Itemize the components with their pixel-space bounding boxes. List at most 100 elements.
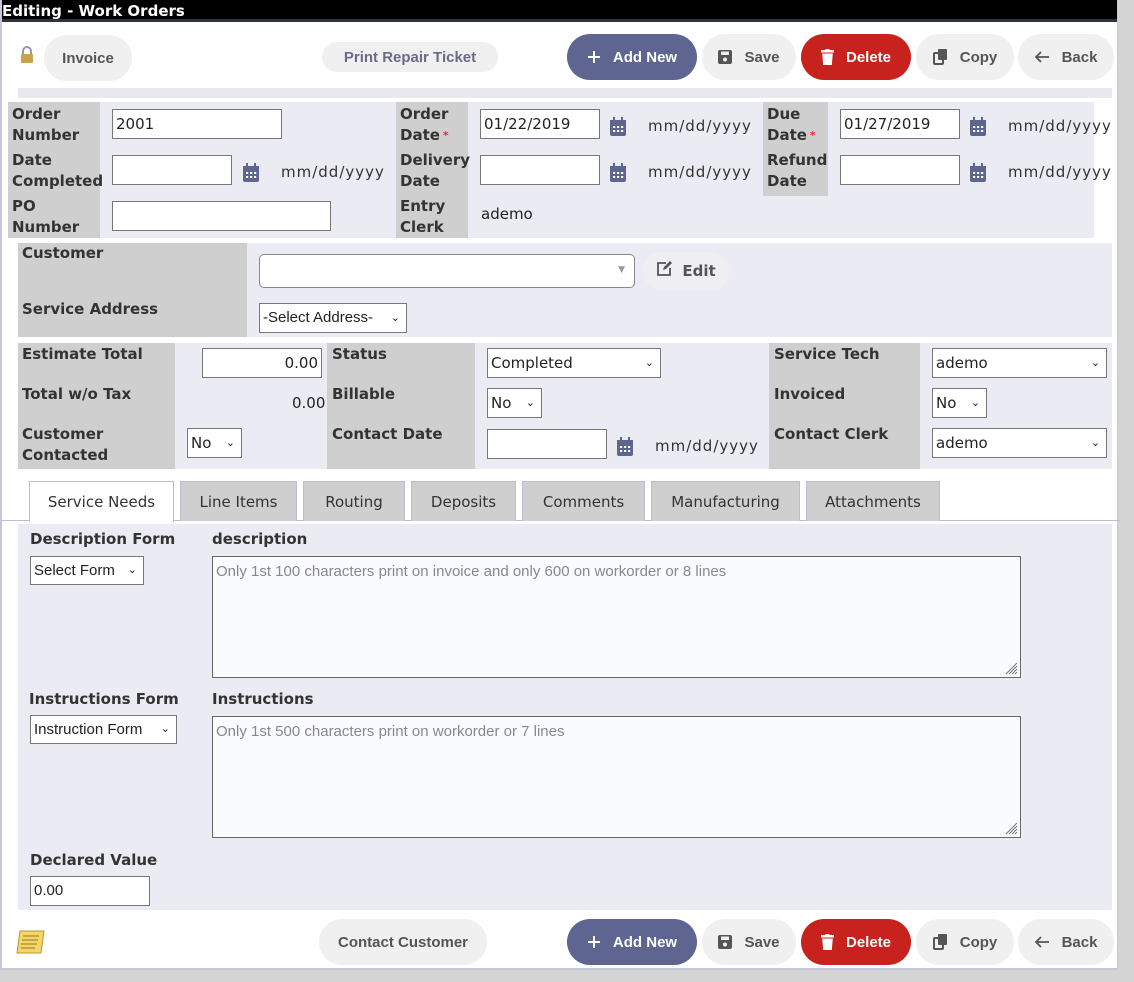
- service-address-label: Service Address: [22, 300, 159, 318]
- label-line: Date: [12, 151, 52, 169]
- instructions-textarea[interactable]: Only 1st 500 characters print on workord…: [212, 716, 1021, 838]
- due-date-input[interactable]: 01/27/2019: [840, 109, 960, 139]
- order-date-format-hint: mm/dd/yyyy: [648, 117, 752, 135]
- save-icon: [718, 50, 733, 64]
- label-line: Completed: [12, 172, 104, 190]
- tab-manufacturing[interactable]: Manufacturing: [651, 481, 800, 521]
- contact-date-input[interactable]: [487, 429, 607, 459]
- order-date-input[interactable]: 01/22/2019: [480, 109, 600, 139]
- estimate-total-label: Estimate Total: [22, 345, 143, 363]
- entry-clerk-value: ademo: [481, 205, 533, 223]
- label-text: Date: [767, 126, 807, 144]
- po-number-input[interactable]: [112, 201, 331, 231]
- calendar-icon[interactable]: [242, 163, 260, 183]
- contact-clerk-select[interactable]: ademo ⌄: [932, 428, 1107, 458]
- order-date-label: Order Date *: [396, 102, 468, 148]
- chevron-down-icon: ⌄: [127, 564, 137, 576]
- delete-button[interactable]: Delete: [801, 34, 911, 80]
- calendar-icon[interactable]: [616, 437, 634, 457]
- invoiced-select[interactable]: No ⌄: [932, 388, 987, 418]
- chevron-down-icon: ⌄: [644, 356, 654, 369]
- service-tech-select[interactable]: ademo ⌄: [932, 348, 1107, 378]
- label-line: Contacted: [22, 446, 109, 464]
- customer-contacted-select[interactable]: No ⌄: [187, 428, 242, 458]
- instructions-form-value: Instruction Form: [34, 721, 143, 738]
- customer-label: Customer: [22, 244, 104, 262]
- refund-date-label: Refund Date: [763, 148, 828, 196]
- tab-deposits[interactable]: Deposits: [411, 481, 516, 521]
- contact-customer-button[interactable]: Contact Customer: [319, 919, 487, 965]
- resize-handle-icon[interactable]: [1004, 661, 1018, 675]
- edit-label: Edit: [682, 262, 716, 280]
- copy-label: Copy: [959, 48, 998, 66]
- add-new-button[interactable]: Add New: [567, 34, 697, 80]
- chevron-down-icon: ⌄: [970, 396, 980, 409]
- back-button-bottom[interactable]: Back: [1018, 919, 1114, 965]
- refund-date-input[interactable]: [840, 155, 960, 185]
- estimate-total-input[interactable]: 0.00: [202, 348, 322, 378]
- billable-select[interactable]: No ⌄: [487, 388, 542, 418]
- customer-combobox[interactable]: ▼: [259, 254, 635, 288]
- description-textarea[interactable]: Only 1st 100 characters print on invoice…: [212, 556, 1021, 678]
- instructions-placeholder: Only 1st 500 characters print on workord…: [216, 723, 565, 740]
- calendar-icon[interactable]: [609, 117, 627, 137]
- declared-value-input[interactable]: 0.00: [30, 876, 150, 906]
- status-label: Status: [332, 345, 387, 363]
- label-text: Date: [400, 126, 440, 144]
- edit-icon: [656, 261, 673, 281]
- window-title: Editing - Work Orders: [2, 0, 1117, 22]
- calendar-icon[interactable]: [969, 163, 987, 183]
- delete-label: Delete: [845, 48, 892, 66]
- copy-button[interactable]: Copy: [916, 34, 1014, 80]
- delivery-date-input[interactable]: [480, 155, 600, 185]
- invoice-label: Invoice: [62, 49, 114, 67]
- contact-customer-label: Contact Customer: [337, 933, 468, 951]
- description-form-select[interactable]: Select Form ⌄: [30, 556, 144, 585]
- tab-label: Deposits: [430, 492, 497, 511]
- refund-date-format-hint: mm/dd/yyyy: [1008, 163, 1112, 181]
- save-button-bottom[interactable]: Save: [702, 919, 796, 965]
- instructions-form-label: Instructions Form: [29, 690, 179, 708]
- service-address-value: -Select Address-: [263, 309, 374, 326]
- tab-service-needs[interactable]: Service Needs: [29, 481, 174, 522]
- add-new-button-bottom[interactable]: Add New: [567, 919, 697, 965]
- entry-clerk-label: Entry Clerk: [396, 194, 468, 238]
- required-asterisk: *: [809, 129, 816, 142]
- notes-icon[interactable]: [15, 929, 47, 959]
- save-button[interactable]: Save: [702, 34, 796, 80]
- invoice-button[interactable]: Invoice: [44, 35, 132, 81]
- edit-customer-button[interactable]: Edit: [643, 252, 729, 290]
- contact-date-format-hint: mm/dd/yyyy: [655, 437, 759, 455]
- order-number-input[interactable]: 2001: [112, 109, 282, 139]
- description-form-label: Description Form: [30, 530, 176, 548]
- resize-handle-icon[interactable]: [1004, 821, 1018, 835]
- scrollbar-track[interactable]: [1120, 0, 1134, 982]
- tab-label: Attachments: [825, 492, 921, 511]
- label-line: Customer: [22, 425, 104, 443]
- customer-contacted-value: No: [191, 434, 212, 452]
- service-address-select[interactable]: -Select Address- ⌄: [259, 303, 407, 333]
- copy-icon: [932, 934, 948, 950]
- service-tech-label: Service Tech: [774, 345, 880, 363]
- label-line: Order: [400, 105, 449, 123]
- back-button[interactable]: Back: [1018, 34, 1114, 80]
- instructions-form-select[interactable]: Instruction Form ⌄: [30, 715, 177, 744]
- work-order-window: Editing - Work Orders Invoice Print Repa…: [0, 0, 1120, 970]
- copy-button-bottom[interactable]: Copy: [916, 919, 1014, 965]
- po-number-label: PO Number: [8, 194, 100, 238]
- print-repair-ticket-button[interactable]: Print Repair Ticket: [322, 42, 498, 72]
- tab-attachments[interactable]: Attachments: [806, 481, 940, 521]
- status-select[interactable]: Completed ⌄: [487, 348, 661, 378]
- label-line: Order: [12, 105, 61, 123]
- date-completed-input[interactable]: [112, 155, 232, 185]
- tab-comments[interactable]: Comments: [522, 481, 645, 521]
- delete-button-bottom[interactable]: Delete: [801, 919, 911, 965]
- copy-icon: [932, 49, 948, 65]
- add-new-label: Add New: [612, 933, 678, 951]
- calendar-icon[interactable]: [969, 117, 987, 137]
- tab-routing[interactable]: Routing: [303, 481, 405, 521]
- tab-line-items[interactable]: Line Items: [180, 481, 297, 521]
- declared-value-label: Declared Value: [30, 851, 158, 869]
- calendar-icon[interactable]: [609, 163, 627, 183]
- tab-label: Service Needs: [47, 493, 156, 511]
